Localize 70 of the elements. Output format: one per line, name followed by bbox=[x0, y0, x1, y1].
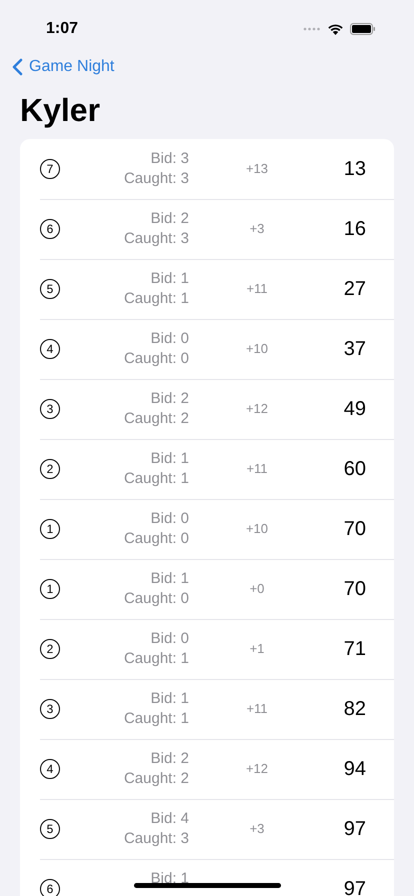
bid-text: Bid: 4 bbox=[150, 809, 189, 829]
total-score: 97 bbox=[342, 877, 366, 896]
caught-text: Caught: 1 bbox=[124, 649, 189, 669]
score-change: +11 bbox=[245, 280, 269, 298]
caught-text: Caught: 1 bbox=[124, 709, 189, 729]
total-score: 16 bbox=[342, 217, 366, 242]
score-change: +12 bbox=[244, 400, 270, 418]
bid-text: Bid: 0 bbox=[150, 329, 189, 349]
round-number: 3 bbox=[40, 699, 60, 719]
bid-text: Bid: 1 bbox=[150, 449, 189, 469]
bid-text: Bid: 1 bbox=[150, 689, 189, 709]
score-change: +3 bbox=[248, 220, 266, 238]
score-change: +3 bbox=[248, 820, 266, 838]
total-score: 49 bbox=[342, 397, 366, 422]
bid-text: Bid: 1 bbox=[150, 869, 189, 889]
total-score: 82 bbox=[342, 697, 366, 722]
total-score: 37 bbox=[342, 337, 366, 362]
wifi-icon bbox=[327, 23, 344, 35]
round-number: 1 bbox=[40, 519, 60, 539]
chevron-left-icon bbox=[12, 58, 23, 76]
bid-text: Bid: 2 bbox=[150, 749, 189, 769]
caught-text: Caught: 2 bbox=[124, 409, 189, 429]
total-score: 60 bbox=[342, 457, 366, 482]
total-score: 71 bbox=[342, 637, 366, 662]
total-score: 13 bbox=[342, 157, 366, 182]
caught-text: Caught: 1 bbox=[124, 289, 189, 309]
round-number: 4 bbox=[40, 759, 60, 779]
score-change: +1 bbox=[248, 640, 266, 658]
bid-text: Bid: 2 bbox=[150, 209, 189, 229]
bid-text: Bid: 0 bbox=[150, 629, 189, 649]
bid-text: Bid: 0 bbox=[150, 509, 189, 529]
score-change: +10 bbox=[244, 520, 270, 538]
caught-text: Caught: 3 bbox=[124, 169, 189, 189]
caught-text: Caught: 3 bbox=[124, 829, 189, 849]
score-change: +12 bbox=[244, 760, 270, 778]
score-change: +11 bbox=[245, 700, 269, 718]
score-change: +0 bbox=[248, 580, 266, 598]
bid-text: Bid: 1 bbox=[150, 569, 189, 589]
round-number: 3 bbox=[40, 399, 60, 419]
signal-dots-icon bbox=[303, 27, 321, 31]
bid-text: Bid: 3 bbox=[150, 149, 189, 169]
round-number: 6 bbox=[40, 879, 60, 896]
caught-text: Caught: 0 bbox=[124, 589, 189, 609]
caught-text: Caught: 3 bbox=[124, 229, 189, 249]
caught-text: Caught: 2 bbox=[124, 769, 189, 789]
round-number: 5 bbox=[40, 819, 60, 839]
status-time: 1:07 bbox=[46, 19, 78, 39]
caught-text: Caught: 1 bbox=[124, 469, 189, 489]
score-change: +10 bbox=[244, 340, 270, 358]
total-score: 94 bbox=[342, 757, 366, 782]
caught-text: Caught: 0 bbox=[124, 349, 189, 369]
caught-text: Caught: 0 bbox=[124, 529, 189, 549]
total-score: 70 bbox=[342, 517, 366, 542]
round-number: 4 bbox=[40, 339, 60, 359]
score-change: +11 bbox=[245, 460, 269, 478]
total-score: 27 bbox=[342, 277, 366, 302]
round-number: 6 bbox=[40, 219, 60, 239]
round-number: 2 bbox=[40, 459, 60, 479]
round-number: 1 bbox=[40, 579, 60, 599]
page-title: Kyler bbox=[19, 91, 102, 130]
total-score: 97 bbox=[342, 817, 366, 842]
round-number: 7 bbox=[40, 159, 60, 179]
back-link[interactable]: Game Night bbox=[12, 55, 114, 79]
score-change: +13 bbox=[244, 160, 270, 178]
round-number: 2 bbox=[40, 639, 60, 659]
total-score: 70 bbox=[342, 577, 366, 602]
round-number: 5 bbox=[40, 279, 60, 299]
bid-text: Bid: 2 bbox=[150, 389, 189, 409]
bid-text: Bid: 1 bbox=[150, 269, 189, 289]
battery-icon bbox=[350, 23, 376, 35]
